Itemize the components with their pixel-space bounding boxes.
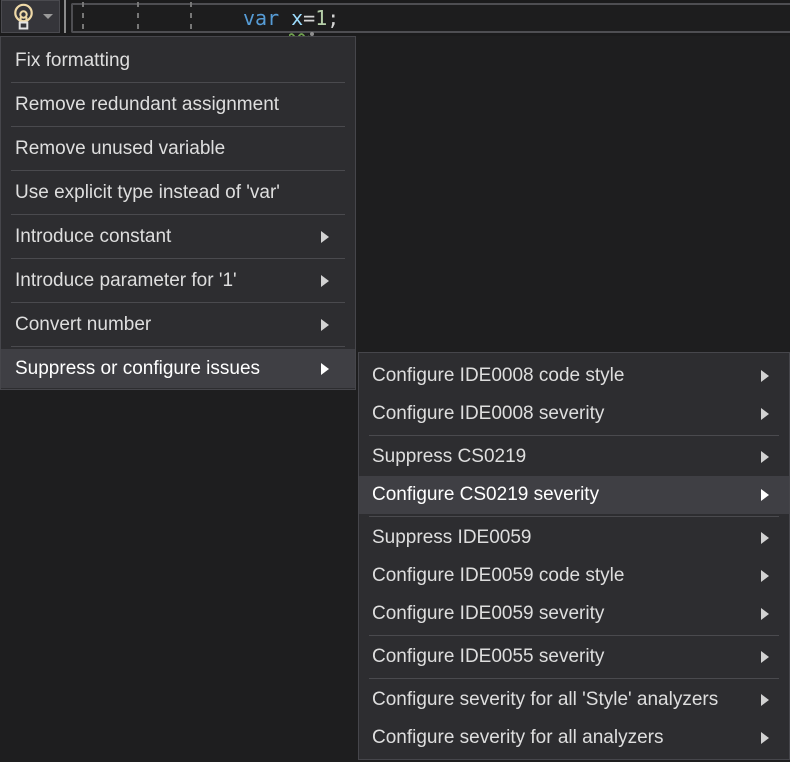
menu-separator	[11, 346, 345, 347]
submenu-arrow-icon	[761, 451, 769, 463]
menu-separator	[11, 214, 345, 215]
menu-item-label: Configure IDE0059 severity	[372, 603, 753, 625]
vs-editor-screenshot: { "editor": { "code": { "keyword": "var"…	[0, 0, 790, 762]
submenu-arrow-icon	[321, 275, 329, 287]
menu-item-label: Use explicit type instead of 'var'	[15, 182, 329, 204]
submenu-arrow-icon	[321, 231, 329, 243]
menu-item-convert-number[interactable]: Convert number	[1, 305, 355, 344]
menu-item-label: Configure IDE0055 severity	[372, 646, 753, 668]
quick-actions-button[interactable]	[1, 0, 60, 33]
menu-separator	[369, 678, 779, 679]
quick-actions-menu: Fix formatting Remove redundant assignme…	[0, 36, 356, 390]
menu-item-label: Fix formatting	[15, 50, 329, 72]
menu-item-configure-ide0055-severity[interactable]: Configure IDE0055 severity	[359, 638, 789, 676]
menu-item-label: Configure severity for all analyzers	[372, 727, 753, 749]
editor-top-strip: varx=1;	[0, 0, 790, 36]
submenu-arrow-icon	[761, 570, 769, 582]
submenu-arrow-icon	[761, 608, 769, 620]
indent-guide-icon	[190, 2, 192, 35]
menu-separator	[369, 435, 779, 436]
menu-item-configure-severity-for-all-style-analyzers[interactable]: Configure severity for all 'Style' analy…	[359, 681, 789, 719]
menu-item-label: Configure CS0219 severity	[372, 484, 753, 506]
menu-item-label: Configure IDE0008 code style	[372, 365, 753, 387]
menu-separator	[11, 170, 345, 171]
submenu-arrow-icon	[761, 694, 769, 706]
menu-item-suppress-or-configure-issues[interactable]: Suppress or configure issues	[1, 349, 355, 388]
editor-margin-divider	[64, 0, 66, 33]
menu-item-label: Introduce constant	[15, 226, 313, 248]
chevron-down-icon[interactable]	[43, 14, 53, 19]
menu-item-introduce-constant[interactable]: Introduce constant	[1, 217, 355, 256]
code-keyword: var	[243, 6, 279, 30]
menu-separator	[369, 516, 779, 517]
submenu-arrow-icon	[761, 408, 769, 420]
menu-item-label: Remove redundant assignment	[15, 94, 329, 116]
code-line[interactable]: varx=1;	[243, 6, 339, 30]
menu-item-suppress-ide0059[interactable]: Suppress IDE0059	[359, 519, 789, 557]
menu-item-suppress-cs0219[interactable]: Suppress CS0219	[359, 438, 789, 476]
menu-item-remove-redundant-assignment[interactable]: Remove redundant assignment	[1, 85, 355, 124]
menu-item-configure-severity-for-all-analyzers[interactable]: Configure severity for all analyzers	[359, 719, 789, 757]
code-variable: x	[291, 6, 303, 30]
submenu-arrow-icon	[321, 319, 329, 331]
current-line-highlight: varx=1;	[71, 3, 790, 33]
submenu-arrow-icon	[761, 489, 769, 501]
menu-item-label: Configure severity for all 'Style' analy…	[372, 689, 753, 711]
menu-item-configure-ide0059-code-style[interactable]: Configure IDE0059 code style	[359, 557, 789, 595]
menu-separator	[11, 126, 345, 127]
submenu-arrow-icon	[761, 651, 769, 663]
menu-item-configure-ide0008-code-style[interactable]: Configure IDE0008 code style	[359, 357, 789, 395]
menu-item-configure-ide0008-severity[interactable]: Configure IDE0008 severity	[359, 395, 789, 433]
menu-item-label: Configure IDE0059 code style	[372, 565, 753, 587]
menu-item-fix-formatting[interactable]: Fix formatting	[1, 41, 355, 80]
menu-item-introduce-parameter-for-1[interactable]: Introduce parameter for '1'	[1, 261, 355, 300]
submenu-arrow-icon	[761, 732, 769, 744]
menu-separator	[11, 258, 345, 259]
submenu-arrow-icon	[761, 532, 769, 544]
menu-item-label: Convert number	[15, 314, 313, 336]
menu-item-configure-cs0219-severity[interactable]: Configure CS0219 severity	[359, 476, 789, 514]
menu-item-configure-ide0059-severity[interactable]: Configure IDE0059 severity	[359, 595, 789, 633]
menu-item-use-explicit-type-instead-of-var[interactable]: Use explicit type instead of 'var'	[1, 173, 355, 212]
indent-guide-icon	[137, 2, 139, 35]
code-number: 1	[315, 6, 327, 30]
submenu-arrow-icon	[761, 370, 769, 382]
menu-item-label: Remove unused variable	[15, 138, 329, 160]
menu-item-label: Suppress CS0219	[372, 446, 753, 468]
menu-item-label: Configure IDE0008 severity	[372, 403, 753, 425]
lightbulb-icon	[11, 3, 36, 30]
menu-item-label: Introduce parameter for '1'	[15, 270, 313, 292]
menu-item-label: Suppress IDE0059	[372, 527, 753, 549]
suppress-configure-submenu: Configure IDE0008 code style Configure I…	[358, 352, 790, 760]
menu-separator	[11, 82, 345, 83]
menu-item-remove-unused-variable[interactable]: Remove unused variable	[1, 129, 355, 168]
submenu-arrow-icon	[321, 363, 329, 375]
menu-separator	[11, 302, 345, 303]
menu-separator	[369, 635, 779, 636]
code-operator: =	[303, 6, 315, 30]
indent-guide-icon	[82, 2, 84, 35]
menu-item-label: Suppress or configure issues	[15, 358, 313, 380]
code-semicolon: ;	[327, 6, 339, 30]
